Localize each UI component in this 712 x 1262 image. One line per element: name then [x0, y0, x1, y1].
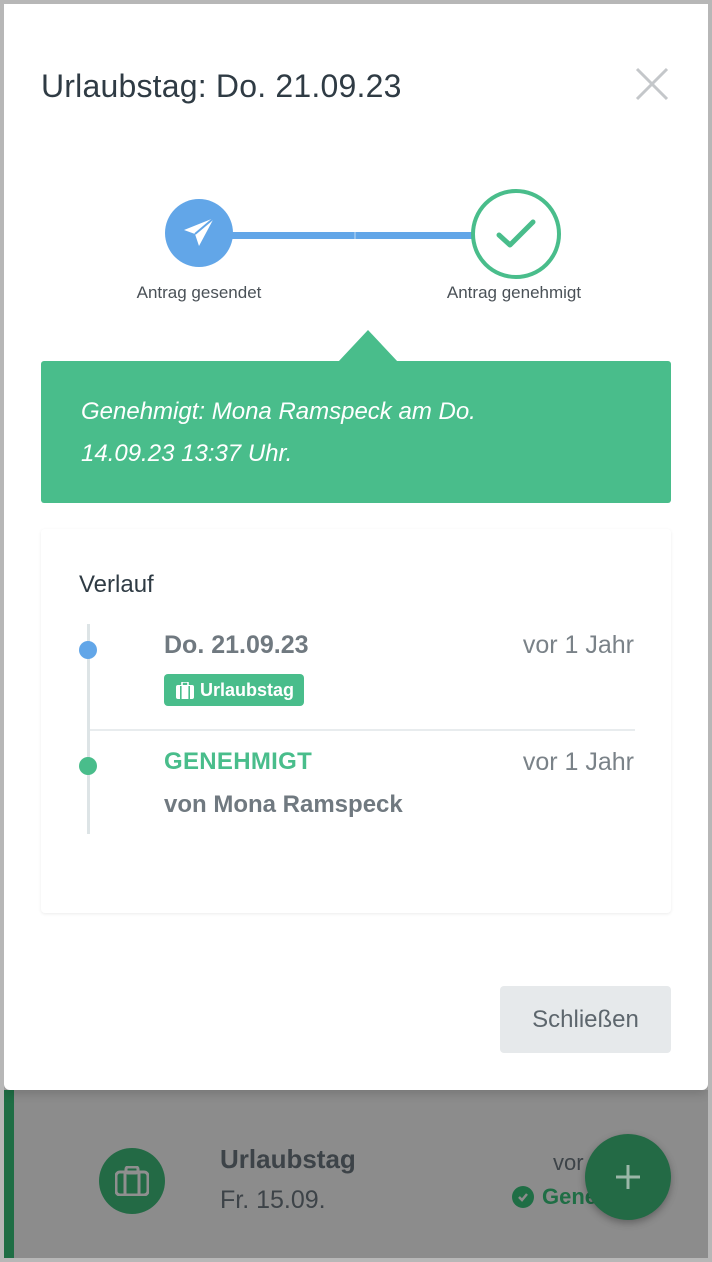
check-circle-icon [512, 1186, 534, 1208]
step-sent [165, 199, 233, 267]
list-item-title: Urlaubstag [220, 1144, 356, 1174]
history-entry-approver: von Mona Ramspeck [164, 791, 403, 818]
vacation-detail-modal: Urlaubstag: Do. 21.09.23 Antrag gesendet… [4, 4, 708, 1090]
approval-callout: Genehmigt: Mona Ramspeck am Do. 14.09.23… [41, 361, 671, 503]
close-icon[interactable] [632, 64, 672, 104]
vacation-tag-label: Urlaubstag [200, 679, 295, 700]
suitcase-icon [99, 1148, 165, 1214]
history-entry-time: vor 1 Jahr [522, 631, 634, 659]
history-title: Verlauf [79, 571, 154, 598]
list-item-time: vor [553, 1150, 584, 1175]
check-icon [496, 219, 536, 248]
history-divider [90, 729, 635, 731]
history-entry-status: GENEHMIGT [164, 748, 313, 775]
timeline-dot-blue [79, 641, 97, 659]
add-button[interactable] [585, 1134, 671, 1220]
close-button[interactable]: Schließen [500, 986, 671, 1053]
history-entry-title: Do. 21.09.23 [164, 631, 309, 659]
list-item-status-stripe [4, 1090, 14, 1258]
suitcase-icon [176, 681, 194, 699]
timeline-dot-green [79, 757, 97, 775]
stepper-connector [229, 232, 484, 239]
history-card: Verlauf Do. 21.09.23 vor 1 Jahr Urlaubst… [41, 529, 671, 913]
history-entry-time: vor 1 Jahr [522, 748, 634, 776]
step-approved [471, 189, 561, 279]
callout-line-2: 14.09.23 13:37 Uhr. [81, 440, 293, 467]
list-item-status: Gene [512, 1184, 597, 1210]
paper-plane-icon [184, 217, 215, 246]
stepper-connector-divider [354, 232, 356, 239]
modal-title: Urlaubstag: Do. 21.09.23 [41, 68, 402, 104]
callout-line-1: Genehmigt: Mona Ramspeck am Do. [81, 398, 476, 425]
callout-pointer [338, 330, 398, 362]
list-item-date: Fr. 15.09. [220, 1186, 326, 1214]
step-approved-label: Antrag genehmigt [446, 283, 582, 302]
plus-icon [616, 1165, 640, 1189]
vacation-tag: Urlaubstag [164, 674, 305, 706]
step-sent-label: Antrag gesendet [136, 283, 262, 302]
